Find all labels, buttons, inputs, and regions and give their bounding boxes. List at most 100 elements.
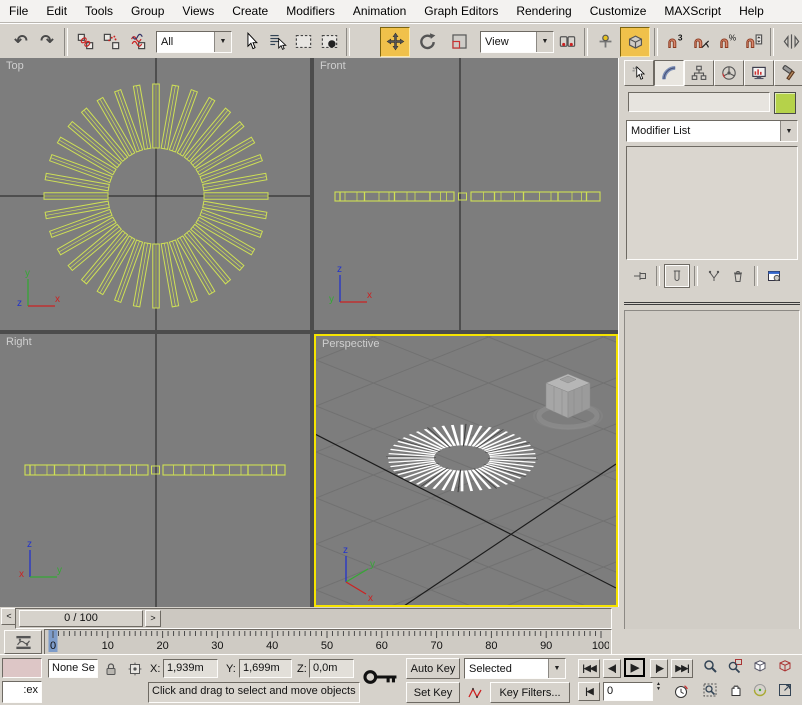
viewport-perspective-active[interactable]: Perspective [314, 334, 618, 607]
show-end-result-button[interactable] [664, 264, 690, 288]
chevron-down-icon[interactable]: ▼ [780, 121, 797, 141]
viewport-label-perspective[interactable]: Perspective [322, 338, 379, 350]
region-zoom-button[interactable] [702, 682, 723, 703]
viewport-front[interactable]: Front z x y [314, 58, 618, 330]
next-frame-arrow-button[interactable]: > [145, 610, 161, 627]
tab-create[interactable] [624, 60, 654, 86]
tab-motion[interactable] [714, 60, 744, 86]
menu-item-animation[interactable]: Animation [344, 1, 415, 21]
go-to-end-button[interactable]: ▶▶| [671, 659, 693, 678]
reference-coordinate-system-dropdown[interactable]: View ▼ [480, 31, 554, 53]
chevron-down-icon[interactable]: ▼ [548, 659, 565, 678]
viewport-top[interactable]: Top y x z [0, 58, 310, 330]
absolute-mode-transform-toggle[interactable] [126, 659, 144, 678]
min-max-toggle-button[interactable] [777, 682, 798, 703]
chevron-down-icon[interactable]: ▼ [214, 32, 231, 52]
menu-item-rendering[interactable]: Rendering [507, 1, 580, 21]
previous-frame-button[interactable]: ◀| [603, 659, 621, 678]
maxscript-mini-listener-pink[interactable] [2, 658, 42, 678]
undo-button[interactable]: ↶ [8, 29, 34, 55]
mirror-button[interactable] [778, 29, 802, 55]
time-slider-track[interactable]: 0 / 100 > [15, 608, 612, 629]
tab-hierarchy[interactable] [684, 60, 714, 86]
tab-display[interactable] [744, 60, 774, 86]
svg-text:y: y [329, 294, 334, 305]
angle-snap-toggle-button[interactable] [688, 29, 714, 55]
select-object-button[interactable] [238, 29, 264, 55]
key-mode-toggle-button[interactable]: |◀ [578, 682, 600, 701]
zoom-all-button[interactable] [727, 658, 748, 679]
y-coordinate-field[interactable]: 1,699m [239, 659, 292, 678]
selection-lock-toggle[interactable] [102, 659, 120, 678]
select-and-manipulate-button[interactable] [592, 29, 618, 55]
shaded-box-object[interactable] [534, 374, 602, 429]
menu-item-help[interactable]: Help [730, 1, 773, 21]
menu-item-tools[interactable]: Tools [76, 1, 122, 21]
viewport-label-right[interactable]: Right [6, 336, 32, 348]
spinner-down-icon[interactable]: ▼ [656, 687, 667, 692]
set-key-button[interactable]: Set Key [406, 682, 460, 703]
key-mode-dropdown[interactable]: Selected ▼ [464, 658, 566, 679]
viewport-label-top[interactable]: Top [6, 60, 24, 72]
menu-item-file[interactable]: File [0, 1, 37, 21]
track-bar-ruler[interactable]: 0102030405060708090100 [44, 629, 612, 655]
go-to-start-button[interactable]: |◀◀ [578, 659, 600, 678]
select-and-move-button[interactable] [380, 27, 410, 57]
menu-item-create[interactable]: Create [223, 1, 277, 21]
percent-snap-toggle-button[interactable]: % [714, 29, 740, 55]
redo-button[interactable]: ↷ [34, 29, 60, 55]
zoom-button[interactable] [702, 658, 723, 679]
default-in-out-tangents-button[interactable] [464, 682, 486, 703]
pin-stack-button[interactable] [628, 265, 652, 287]
arc-rotate-button[interactable] [752, 682, 773, 703]
open-mini-curve-editor-button[interactable] [4, 630, 42, 654]
maxscript-mini-listener[interactable]: :ex [2, 681, 42, 703]
select-and-scale-button[interactable] [446, 29, 472, 55]
auto-key-button[interactable]: Auto Key [406, 658, 460, 679]
select-by-name-button[interactable] [264, 29, 290, 55]
menu-item-modifiers[interactable]: Modifiers [277, 1, 344, 21]
menu-item-graph-editors[interactable]: Graph Editors [415, 1, 507, 21]
viewport-right[interactable]: Right z y x [0, 334, 310, 607]
rectangular-selection-region-button[interactable] [290, 29, 316, 55]
object-color-swatch[interactable] [774, 92, 796, 114]
time-configuration-button[interactable] [671, 682, 691, 702]
remove-modifier-button[interactable] [726, 265, 750, 287]
tab-utilities[interactable] [774, 60, 802, 86]
spinner-snap-toggle-button[interactable] [740, 29, 766, 55]
key-filters-button[interactable]: Key Filters... [490, 682, 570, 703]
snap-toggle-3d-button[interactable]: 3 [662, 29, 688, 55]
select-and-link-button[interactable] [72, 29, 98, 55]
modifier-list-dropdown[interactable]: Modifier List ▼ [626, 120, 798, 142]
current-frame-field[interactable]: 0 [603, 682, 653, 701]
menu-item-customize[interactable]: Customize [581, 1, 656, 21]
next-frame-button[interactable]: |▶ [650, 659, 668, 678]
play-animation-button[interactable]: ▶ [624, 658, 645, 677]
frame-spinner[interactable]: ▲ ▼ [656, 682, 667, 703]
snaps-toggle-button[interactable] [620, 27, 650, 57]
zoom-extents-all-button[interactable] [777, 658, 798, 679]
unlink-selection-button[interactable] [98, 29, 124, 55]
x-coordinate-field[interactable]: 1,939m [163, 659, 218, 678]
window-crossing-toggle[interactable] [316, 29, 342, 55]
modifier-stack-list[interactable] [626, 146, 798, 260]
pan-view-button[interactable] [727, 682, 748, 703]
menu-item-edit[interactable]: Edit [37, 1, 76, 21]
object-name-field[interactable] [628, 92, 770, 112]
set-keys-key-button[interactable] [362, 663, 400, 699]
menu-item-group[interactable]: Group [122, 1, 173, 21]
select-and-rotate-button[interactable] [414, 29, 440, 55]
menu-item-maxscript[interactable]: MAXScript [655, 1, 730, 21]
tab-modify[interactable] [654, 60, 684, 86]
bind-to-space-warp-button[interactable] [124, 29, 150, 55]
chevron-down-icon[interactable]: ▼ [536, 32, 553, 52]
time-slider-handle[interactable]: 0 / 100 [19, 610, 143, 627]
configure-modifier-sets-button[interactable] [762, 265, 786, 287]
make-unique-button[interactable] [702, 265, 726, 287]
use-pivot-point-center-button[interactable] [554, 29, 580, 55]
viewport-label-front[interactable]: Front [320, 60, 346, 72]
z-coordinate-field[interactable]: 0,0m [309, 659, 354, 678]
menu-item-views[interactable]: Views [173, 1, 223, 21]
selection-filter-dropdown[interactable]: All ▼ [156, 31, 232, 53]
zoom-extents-button[interactable] [752, 658, 773, 679]
